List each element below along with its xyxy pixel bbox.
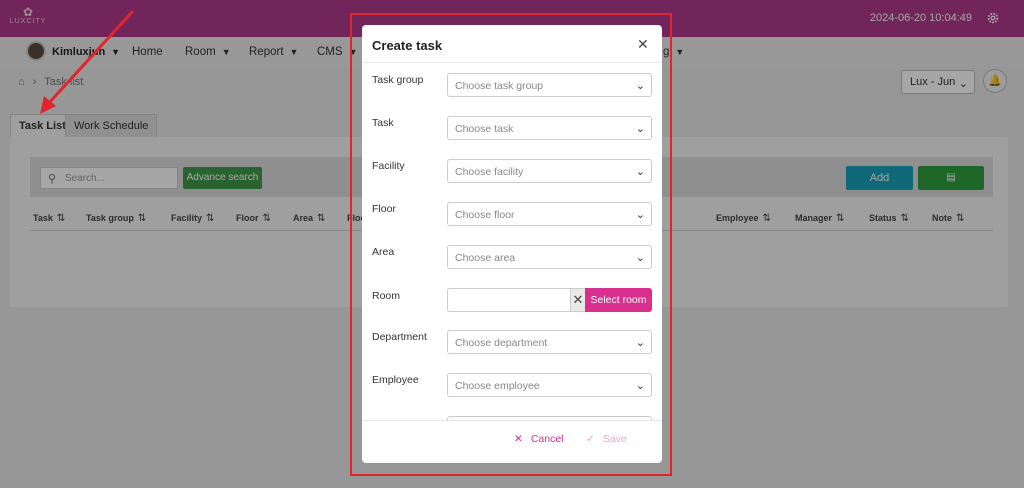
select-placeholder: Choose floor: [455, 209, 515, 221]
clear-icon[interactable]: ✕: [570, 288, 586, 312]
room-input[interactable]: [447, 288, 571, 312]
field-label-employee: Employee: [372, 374, 419, 386]
select-placeholder: Choose task: [455, 123, 514, 135]
select-placeholder: Choose area: [455, 252, 516, 264]
select-placeholder: Choose task group: [455, 80, 544, 92]
modal-header: Create task ✕: [362, 25, 662, 63]
chevron-down-icon: ⌄: [635, 252, 645, 264]
employee-select[interactable]: Choose employee ⌄: [447, 373, 652, 397]
select-placeholder: Choose employee: [455, 380, 540, 392]
create-task-modal: Create task ✕ Task group Choose task gro…: [362, 25, 662, 463]
check-icon: ✓: [586, 433, 595, 445]
field-label-facility: Facility: [372, 160, 405, 172]
cancel-button[interactable]: ✕ Cancel: [514, 433, 564, 445]
floor-select[interactable]: Choose floor ⌄: [447, 202, 652, 226]
modal-body[interactable]: Task group Choose task group ⌄ Task Choos…: [362, 64, 662, 420]
select-room-button[interactable]: Select room: [585, 288, 652, 312]
field-label-area: Area: [372, 246, 395, 258]
field-label-task-group: Task group: [372, 74, 424, 86]
chevron-down-icon: ⌄: [635, 80, 645, 92]
task-select[interactable]: Choose task ⌄: [447, 116, 652, 140]
facility-select[interactable]: Choose facility ⌄: [447, 159, 652, 183]
save-label: Save: [602, 433, 627, 445]
modal-title: Create task: [372, 38, 443, 53]
department-select[interactable]: Choose department ⌄: [447, 330, 652, 354]
area-select[interactable]: Choose area ⌄: [447, 245, 652, 269]
close-icon: ✕: [514, 433, 523, 445]
field-label-department: Department: [372, 331, 427, 343]
chevron-down-icon: ⌄: [635, 380, 645, 392]
field-label-task: Task: [372, 117, 394, 129]
close-icon[interactable]: ✕: [637, 36, 649, 53]
chevron-down-icon: ⌄: [635, 166, 645, 178]
chevron-down-icon: ⌄: [635, 209, 645, 221]
chevron-down-icon: ⌄: [635, 337, 645, 349]
task-group-select[interactable]: Choose task group ⌄: [447, 73, 652, 97]
cancel-label: Cancel: [530, 433, 564, 445]
chevron-down-icon: ⌄: [635, 123, 645, 135]
save-button[interactable]: ✓ Save: [586, 433, 627, 445]
modal-footer: ✕ Cancel ✓ Save: [362, 420, 662, 463]
select-placeholder: Choose department: [455, 337, 548, 349]
select-placeholder: Choose facility: [455, 166, 524, 178]
field-label-floor: Floor: [372, 203, 396, 215]
field-label-room: Room: [372, 290, 401, 302]
